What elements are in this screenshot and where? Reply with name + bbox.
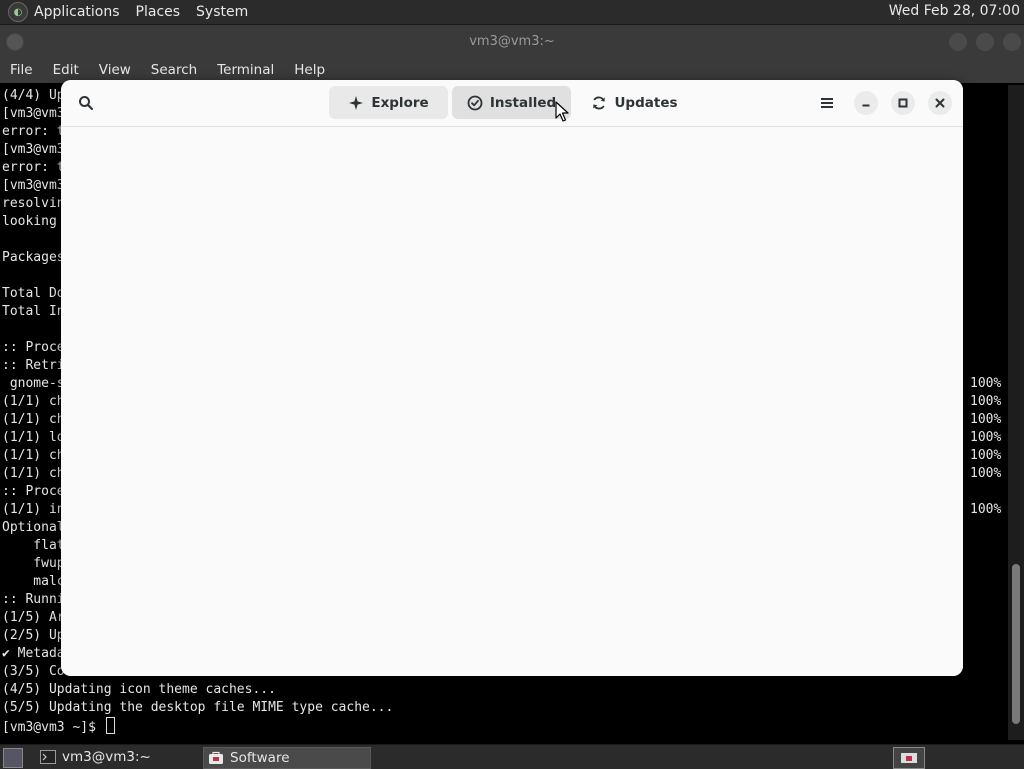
bottom-taskbar: vm3@vm3:~ Software [0,744,1024,769]
menu-terminal[interactable]: Terminal [217,62,274,78]
terminal-line: (1/1) lo [2,430,65,445]
terminal-line: :: Retri [2,358,65,373]
terminal-line: (5/5) Updating the desktop file MIME typ… [2,700,394,715]
taskbar-terminal-label: vm3@vm3:~ [62,749,151,765]
terminal-line: (4/4) Up [2,88,65,103]
top-panel: ◐ Applications Places System Wed Feb 28,… [0,0,1024,25]
terminal-close-button[interactable] [1002,32,1022,52]
progress-percent: 100% [970,466,1002,481]
tab-installed-label: Installed [489,94,557,111]
terminal-titlebar[interactable]: vm3@vm3:~ [0,25,1024,57]
distro-logo-icon[interactable]: ◐ [8,2,28,22]
terminal-line: Total Do [2,286,65,301]
terminal-line: error: t [2,160,65,175]
workspace-icon [901,753,917,763]
terminal-line: Optional [2,520,65,535]
progress-percent: 100% [970,502,1002,517]
terminal-line: :: Proce [2,340,65,355]
maximize-button[interactable] [891,91,915,115]
terminal-line: (1/1) ch [2,394,65,409]
terminal-line: (1/1) ch [2,466,65,481]
window-menu-icon[interactable] [6,33,24,51]
terminal-line: error: t [2,124,65,139]
terminal-line: (1/1) in [2,502,65,517]
terminal-line: gnome-s [2,376,65,391]
menu-edit[interactable]: Edit [53,62,79,78]
terminal-line: looking [2,214,65,229]
progress-percent: 100% [970,430,1002,445]
terminal-line: (1/1) ch [2,412,65,427]
progress-percent: 100% [970,448,1002,463]
terminal-line: ✔ Metada [2,646,65,661]
progress-percent: 100% [970,412,1002,427]
tab-explore[interactable]: Explore [329,86,448,119]
terminal-line: (1/1) ch [2,448,65,463]
taskbar-software[interactable]: Software [203,747,371,769]
terminal-line: Packages [2,250,65,265]
software-window: Explore Installed Updates [61,80,963,676]
sparkle-icon [349,95,364,110]
menu-file[interactable]: File [10,62,33,78]
progress-percent: 100% [970,394,1002,409]
terminal-title: vm3@vm3:~ [469,33,555,49]
tab-installed[interactable]: Installed [452,86,571,119]
menu-search[interactable]: Search [151,62,197,78]
mouse-pointer-icon [555,101,569,122]
check-circle-icon [467,95,483,110]
maximize-icon [898,98,908,108]
terminal-line: [vm3@vm3 [2,106,65,121]
system-menu[interactable]: System [196,4,248,20]
hamburger-menu-icon [821,98,833,108]
terminal-line: :: Proce [2,484,65,499]
applications-menu[interactable]: Applications [34,4,120,20]
taskbar-terminal[interactable]: vm3@vm3:~ [36,747,196,767]
terminal-line: flat [2,538,65,553]
software-bag-icon [209,751,223,764]
places-menu[interactable]: Places [136,4,181,20]
menu-view[interactable]: View [99,62,131,78]
terminal-maximize-button[interactable] [975,32,995,52]
minimize-button[interactable] [854,91,878,115]
terminal-scrollbar[interactable] [1008,85,1024,740]
terminal-line: resolvin [2,196,65,211]
software-headerbar[interactable]: Explore Installed Updates [61,80,963,127]
close-icon [935,98,945,108]
refresh-icon [593,96,606,109]
search-icon [79,96,94,111]
menu-help[interactable]: Help [294,62,325,78]
clock[interactable]: Wed Feb 28, 07:00 [889,3,1020,19]
tab-updates-label: Updates [614,94,678,111]
close-button[interactable] [928,91,952,115]
terminal-icon [40,750,56,764]
terminal-line: fwup [2,556,65,571]
installed-content-area [61,127,963,676]
terminal-line: (1/5) Ar [2,610,65,625]
terminal-line: malc [2,574,65,589]
terminal-line: [vm3@vm3 ~]$ [2,717,115,737]
terminal-line: [vm3@vm3 [2,178,65,193]
minimize-icon [862,104,870,107]
tab-updates[interactable]: Updates [575,86,694,119]
progress-percent: 100% [970,376,1002,391]
terminal-line: (2/5) Up [2,628,65,643]
terminal-line: (4/5) Updating icon theme caches... [2,682,276,697]
terminal-line: (3/5) Co [2,664,65,679]
main-menu-button[interactable] [815,91,839,115]
workspace-switcher[interactable] [893,747,925,769]
show-desktop-button[interactable] [3,748,23,768]
terminal-minimize-button[interactable] [948,32,968,52]
search-button[interactable] [74,91,98,115]
scrollbar-thumb[interactable] [1012,564,1020,724]
terminal-line: :: Runni [2,592,65,607]
terminal-line: [vm3@vm3 [2,142,65,157]
terminal-cursor [105,717,115,734]
tab-explore-label: Explore [371,94,429,111]
taskbar-software-label: Software [230,750,290,766]
terminal-line: Total In [2,304,65,319]
